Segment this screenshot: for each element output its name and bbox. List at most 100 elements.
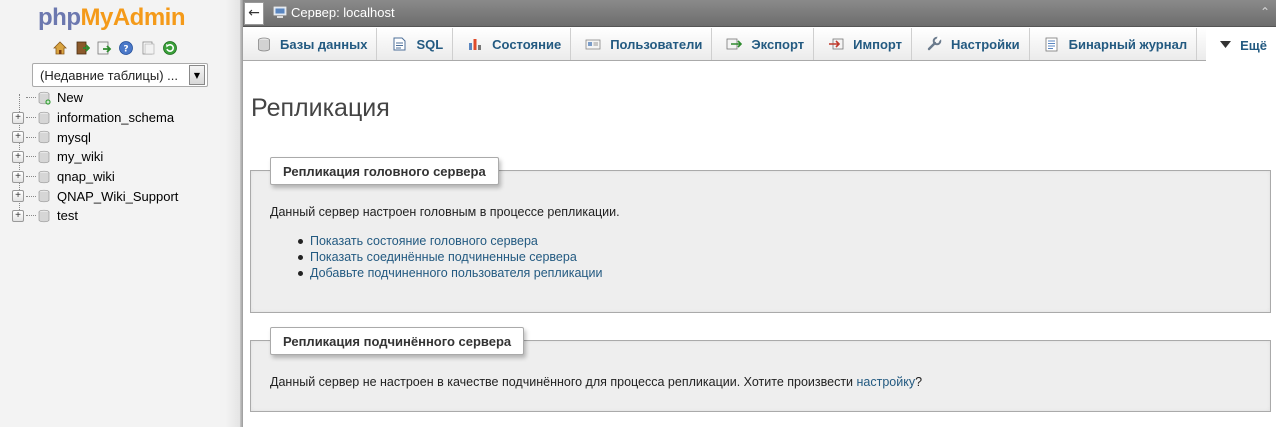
tab-import[interactable]: Импорт bbox=[814, 28, 913, 60]
tab-settings[interactable]: Настройки bbox=[912, 28, 1030, 60]
tab-more[interactable]: Ещё bbox=[1206, 28, 1276, 62]
database-icon bbox=[38, 131, 50, 144]
list-item: Добавьте подчиненного пользователя репли… bbox=[298, 265, 603, 281]
slave-replication-fieldset: Репликация подчинённого сервера Данный с… bbox=[250, 327, 1271, 412]
phpmyadmin-logo[interactable]: phpMyAdmin bbox=[38, 4, 185, 32]
tree-connector bbox=[26, 156, 36, 158]
recent-tables-select[interactable]: (Недавние таблицы) ... ▼ bbox=[32, 63, 208, 87]
bullet bbox=[298, 254, 303, 260]
more-icon bbox=[1220, 41, 1232, 48]
tree-item-database[interactable]: + my_wiki bbox=[12, 147, 178, 167]
database-icon bbox=[38, 111, 50, 124]
configure-slave-link[interactable]: настройку bbox=[857, 375, 916, 389]
add-slave-user-link[interactable]: Добавьте подчиненного пользователя репли… bbox=[310, 266, 603, 280]
tab-databases[interactable]: Базы данных bbox=[243, 28, 378, 60]
database-name[interactable]: New bbox=[57, 90, 83, 105]
chevron-down-icon[interactable]: ▼ bbox=[189, 65, 205, 85]
tab-label: Ещё bbox=[1240, 37, 1267, 53]
server-label: Сервер: localhost bbox=[291, 5, 395, 20]
slave-replication-description: Данный сервер не настроен в качестве под… bbox=[270, 375, 922, 389]
tree-connector bbox=[26, 176, 36, 178]
database-tree: New + information_schema + mysql + my_wiki + qna… bbox=[12, 88, 178, 226]
tab-label: Бинарный журнал bbox=[1068, 36, 1188, 52]
tab-binary-log[interactable]: Бинарный журнал bbox=[1030, 28, 1198, 60]
database-icon bbox=[38, 150, 50, 164]
sql-icon bbox=[393, 37, 406, 51]
svg-text:?: ? bbox=[123, 45, 128, 55]
tree-item-database[interactable]: + qnap_wiki bbox=[12, 167, 178, 187]
slave-replication-legend: Репликация подчинённого сервера bbox=[270, 327, 525, 355]
recent-tables-value: (Недавние таблицы) ... bbox=[40, 67, 178, 83]
tree-item-database[interactable]: + mysql bbox=[12, 127, 178, 147]
tree-connector bbox=[26, 136, 36, 138]
tab-label: Настройки bbox=[951, 36, 1020, 52]
tab-status[interactable]: Состояние bbox=[453, 28, 572, 60]
bullet bbox=[298, 270, 303, 276]
expand-icon[interactable]: + bbox=[12, 150, 24, 163]
tree-connector bbox=[26, 117, 36, 119]
database-name[interactable]: my_wiki bbox=[57, 149, 103, 164]
collapse-top-icon[interactable]: ⌃ bbox=[1260, 5, 1270, 19]
server-icon bbox=[273, 6, 287, 18]
help-icon[interactable]: ? bbox=[118, 40, 134, 56]
main-content: Репликация Репликация головного сервера … bbox=[243, 62, 1276, 427]
collapse-navigation-button[interactable]: ← bbox=[244, 2, 264, 25]
tab-users[interactable]: Пользователи bbox=[571, 28, 713, 60]
server-breadcrumb-bar: ← Сервер: localhost ⌃ bbox=[243, 0, 1276, 27]
logo-text-myadmin: MyAdmin bbox=[80, 4, 185, 31]
server-breadcrumb[interactable]: Сервер: localhost bbox=[273, 5, 395, 20]
database-icon bbox=[38, 190, 50, 203]
master-replication-legend: Репликация головного сервера bbox=[270, 157, 499, 185]
database-icon bbox=[38, 170, 50, 183]
database-name[interactable]: information_schema bbox=[57, 110, 174, 125]
users-icon bbox=[585, 39, 601, 50]
navigation-quick-icons: ? bbox=[52, 40, 178, 58]
page-title: Репликация bbox=[251, 94, 390, 122]
bullet bbox=[298, 238, 303, 244]
master-replication-links: Показать состояние головного сервера Пок… bbox=[298, 233, 603, 281]
tree-item-new-database[interactable]: New bbox=[12, 88, 178, 108]
status-icon bbox=[469, 39, 482, 50]
tab-label: Пользователи bbox=[610, 36, 703, 52]
tree-item-database[interactable]: + test bbox=[12, 206, 178, 226]
tab-export[interactable]: Экспорт bbox=[712, 28, 815, 60]
database-name[interactable]: test bbox=[57, 208, 78, 223]
new-database-icon bbox=[38, 91, 51, 105]
list-item: Показать состояние головного сервера bbox=[298, 233, 603, 249]
show-master-status-link[interactable]: Показать состояние головного сервера bbox=[310, 234, 538, 248]
server-tabs: Базы данных SQL Состояние Пользователи Э… bbox=[243, 28, 1276, 62]
binlog-icon bbox=[1045, 37, 1058, 51]
expand-icon[interactable]: + bbox=[12, 131, 24, 144]
reload-icon[interactable] bbox=[162, 40, 178, 56]
expand-icon[interactable]: + bbox=[12, 190, 24, 203]
logo-text-php: php bbox=[38, 4, 81, 31]
tab-label: Импорт bbox=[853, 36, 903, 52]
query-window-icon[interactable] bbox=[96, 40, 112, 56]
list-item: Показать соединённые подчиненные сервера bbox=[298, 249, 603, 265]
master-replication-description: Данный сервер настроен головным в процес… bbox=[270, 205, 620, 219]
tab-label: Базы данных bbox=[280, 36, 368, 52]
tab-label: Экспорт bbox=[751, 36, 805, 52]
settings-icon bbox=[927, 36, 942, 51]
databases-icon bbox=[258, 37, 270, 51]
docs-icon[interactable] bbox=[140, 40, 156, 56]
expand-icon[interactable]: + bbox=[12, 111, 24, 124]
tree-connector bbox=[26, 97, 36, 99]
show-connected-slaves-link[interactable]: Показать соединённые подчиненные сервера bbox=[310, 250, 577, 264]
expand-icon[interactable]: + bbox=[12, 170, 24, 183]
database-name[interactable]: qnap_wiki bbox=[57, 169, 115, 184]
tree-connector bbox=[26, 215, 36, 217]
tree-item-database[interactable]: + QNAP_Wiki_Support bbox=[12, 186, 178, 206]
tab-label: SQL bbox=[416, 36, 444, 52]
tree-connector bbox=[26, 195, 36, 197]
database-name[interactable]: QNAP_Wiki_Support bbox=[57, 189, 178, 204]
tree-item-database[interactable]: + information_schema bbox=[12, 108, 178, 128]
exit-icon[interactable] bbox=[74, 40, 90, 56]
home-icon[interactable] bbox=[52, 40, 68, 56]
database-name[interactable]: mysql bbox=[57, 130, 91, 145]
tab-sql[interactable]: SQL bbox=[377, 28, 454, 60]
database-icon bbox=[38, 209, 50, 223]
master-replication-fieldset: Репликация головного сервера Данный серв… bbox=[250, 157, 1271, 313]
expand-icon[interactable]: + bbox=[12, 209, 24, 222]
